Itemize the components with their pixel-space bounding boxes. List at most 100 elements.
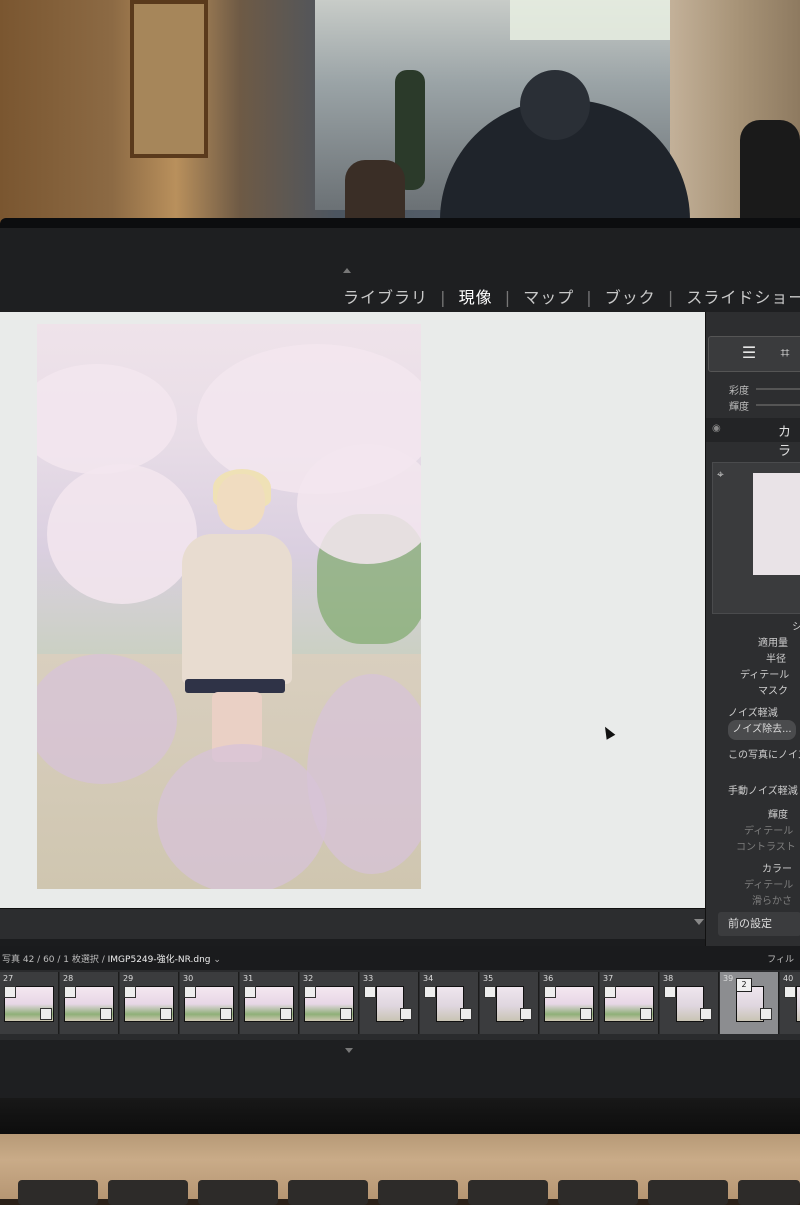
current-filename[interactable]: IMGP5249-強化-NR.dng	[108, 955, 211, 965]
noise-heading: ノイズ軽減	[728, 708, 778, 719]
slider-saturation[interactable]: 彩度	[706, 380, 800, 397]
label-noise-detail: ディテール	[744, 826, 794, 837]
keyboard-key	[648, 1180, 728, 1205]
blossom-cluster	[297, 444, 421, 564]
filter-label[interactable]: フィル	[767, 952, 794, 965]
edit-badge-icon	[244, 986, 256, 998]
slider-label: 彩度	[729, 386, 749, 397]
filmstrip-thumbnail[interactable]: 29	[120, 972, 179, 1034]
filmstrip-thumbnail[interactable]: 28	[60, 972, 119, 1034]
thumbnail-number: 39	[723, 974, 734, 983]
develop-adjusted-icon	[100, 1008, 112, 1020]
filmstrip-thumbnail[interactable]: 34	[420, 972, 479, 1034]
label-noise-color: カラー	[762, 864, 792, 875]
keyboard-key	[108, 1180, 188, 1205]
module-separator: |	[586, 288, 593, 307]
filmstrip-thumbnail[interactable]: 33	[360, 972, 419, 1034]
eye-icon[interactable]: ◉	[712, 423, 721, 434]
develop-adjusted-icon	[160, 1008, 172, 1020]
foreground-blossom-blur	[157, 744, 327, 889]
label-detail: ディテール	[740, 670, 790, 681]
label-smoothness: 滑らかさ	[752, 896, 792, 907]
thumbnail-number: 32	[303, 974, 314, 983]
module-develop[interactable]: 現像	[459, 288, 493, 307]
filmstrip-thumbnail[interactable]: 36	[540, 972, 599, 1034]
keyboard-key	[558, 1180, 638, 1205]
thumbnail-number: 30	[183, 974, 194, 983]
subject-coat	[182, 534, 292, 684]
filmstrip-thumbnail[interactable]: 32	[300, 972, 359, 1034]
module-picker: ライブラリ | 現像 | マップ | ブック | スライドショー | プリ	[0, 228, 800, 312]
module-separator: |	[667, 288, 675, 307]
edit-badge-icon	[364, 986, 376, 998]
denoise-button[interactable]: ノイズ除去...	[728, 720, 796, 740]
subject-face	[217, 474, 265, 530]
stack-count-badge[interactable]: 2	[736, 978, 752, 992]
thumbnail-number: 31	[243, 974, 254, 983]
background-cafe-scene	[0, 0, 800, 230]
mouse-cursor-icon	[600, 724, 616, 740]
filmstrip-thumbnail[interactable]: 37	[600, 972, 659, 1034]
module-separator: |	[440, 288, 447, 307]
crop-icon[interactable]: ⌗	[775, 343, 795, 363]
photo-preview[interactable]	[37, 324, 421, 889]
filename-dropdown-icon[interactable]: ⌄	[213, 955, 221, 965]
develop-adjusted-icon	[400, 1008, 412, 1020]
edit-badge-icon	[304, 986, 316, 998]
module-book[interactable]: ブック	[605, 288, 656, 307]
filmstrip-thumbnail[interactable]: 40	[780, 972, 800, 1034]
detail-preview[interactable]: ⌖	[712, 462, 800, 614]
filmstrip-thumbnail[interactable]: 38	[660, 972, 719, 1034]
loupe-view[interactable]	[0, 312, 712, 908]
label-noise-luminance: 輝度	[768, 810, 788, 821]
slider-luminance[interactable]: 輝度	[706, 396, 800, 413]
laptop-hinge	[0, 1098, 800, 1134]
thumbnail-number: 34	[423, 974, 434, 983]
label-radius: 半径	[766, 654, 786, 665]
section-title: カラ	[778, 425, 792, 459]
foreground-person-head	[520, 70, 590, 140]
filmstrip-thumbnail[interactable]: 35	[480, 972, 539, 1034]
ceiling-light	[510, 0, 670, 40]
thumbnail-image	[796, 986, 800, 1022]
label-color-detail: ディテール	[744, 880, 794, 891]
edit-badge-icon	[484, 986, 496, 998]
thumbnail-number: 38	[663, 974, 674, 983]
label-noise-contrast: コントラスト	[736, 842, 796, 853]
module-library[interactable]: ライブラリ	[343, 288, 428, 307]
collapse-top-panel-icon[interactable]	[343, 268, 351, 273]
develop-adjusted-icon	[460, 1008, 472, 1020]
thumbnail-number: 36	[543, 974, 554, 983]
edit-badge-icon	[424, 986, 436, 998]
filmstrip-thumbnail[interactable]: 30	[180, 972, 239, 1034]
edit-sliders-icon[interactable]: ☰	[739, 343, 759, 363]
filmstrip-thumbnail[interactable]: 27	[0, 972, 59, 1034]
previous-settings-button[interactable]: 前の設定	[718, 912, 800, 936]
module-slideshow[interactable]: スライドショー	[686, 288, 800, 307]
edit-badge-icon	[184, 986, 196, 998]
slider-label: 輝度	[729, 402, 749, 413]
collapse-bottom-panel-icon[interactable]	[345, 1048, 353, 1053]
section-header-color[interactable]: ◉ カラ	[706, 418, 800, 459]
develop-adjusted-icon	[520, 1008, 532, 1020]
thumbnail-number: 29	[123, 974, 134, 983]
subject-skirt	[185, 679, 285, 693]
keyboard-key	[378, 1180, 458, 1205]
target-crosshair-icon[interactable]: ⌖	[717, 467, 724, 482]
develop-adjusted-icon	[220, 1008, 232, 1020]
develop-adjusted-icon	[580, 1008, 592, 1020]
filmstrip-thumbnail[interactable]: 31	[240, 972, 299, 1034]
slider-track[interactable]	[756, 388, 800, 390]
develop-adjusted-icon	[760, 1008, 772, 1020]
edit-badge-icon	[4, 986, 16, 998]
edit-badge-icon	[604, 986, 616, 998]
module-map[interactable]: マップ	[523, 288, 574, 307]
filmstrip-thumbnail[interactable]: 39 2	[720, 972, 779, 1034]
toolbar-chevron-down-icon[interactable]	[694, 919, 704, 925]
thumbnail-number: 28	[63, 974, 74, 983]
thumbnail-number: 40	[783, 974, 794, 983]
right-person-figure	[740, 120, 800, 220]
slider-track[interactable]	[756, 404, 800, 406]
thumbnail-number: 33	[363, 974, 374, 983]
develop-adjusted-icon	[280, 1008, 292, 1020]
